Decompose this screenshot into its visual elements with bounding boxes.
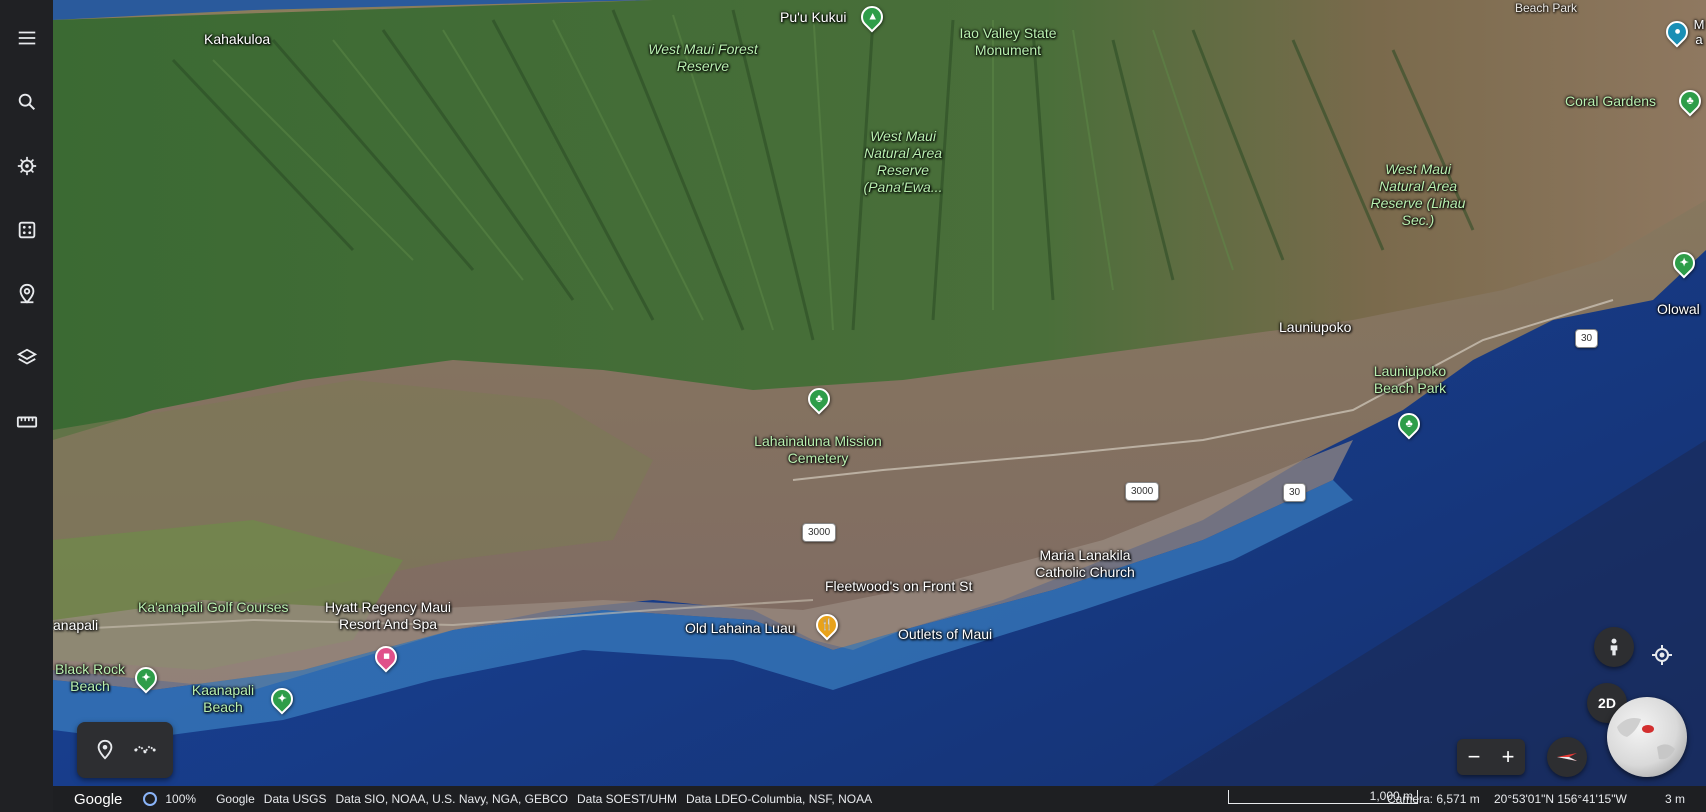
label-lahainaluna[interactable]: Lahainaluna Mission Cemetery (753, 433, 883, 467)
measure-button[interactable] (7, 402, 47, 442)
road-shield: 3000 (802, 523, 837, 542)
label-iao-valley[interactable]: Iao Valley State Monument (943, 25, 1073, 59)
label-kaanapali-beach[interactable]: Kaanapali Beach (183, 682, 263, 716)
google-logo: Google (74, 790, 123, 808)
voyager-button[interactable] (7, 146, 47, 186)
label-coral-gardens[interactable]: Coral Gardens (1565, 93, 1656, 110)
label-black-rock-beach[interactable]: Black Rock Beach (53, 661, 130, 695)
my-location-button[interactable] (1644, 637, 1680, 673)
measure-icon (16, 416, 37, 428)
zoom-in-button[interactable]: + (1494, 746, 1522, 768)
feeling-lucky-button[interactable] (7, 210, 47, 250)
label-anapali[interactable]: anapali (53, 617, 98, 634)
label-wm-natural-area-pana[interactable]: West Maui Natural Area Reserve (Pana'Ewa… (853, 128, 953, 196)
projects-icon (19, 283, 34, 304)
label-west-maui-forest-reserve[interactable]: West Maui Forest Reserve (643, 41, 763, 75)
label-olowalu[interactable]: Olowal (1657, 301, 1700, 318)
road-shield: 3000 (1125, 482, 1160, 501)
loading-indicator-icon (143, 792, 158, 806)
label-puu-kukui[interactable]: Pu'u Kukui (780, 9, 847, 26)
label-kahakuloa[interactable]: Kahakuloa (204, 31, 270, 48)
my-location-icon (1652, 645, 1672, 665)
satellite-terrain (53, 0, 1706, 786)
attribution[interactable]: Data USGS (264, 792, 327, 806)
camera-altitude: Camera: 6,571 m (1387, 792, 1480, 806)
map-style-icon (16, 348, 37, 365)
zoom-controls: − + (1457, 739, 1525, 775)
label-top-beach-park[interactable]: Beach Park (1515, 0, 1577, 17)
placemark-icon (97, 739, 113, 760)
menu-button[interactable] (7, 18, 47, 58)
globe-icon (1617, 718, 1675, 760)
zoom-out-button[interactable]: − (1460, 746, 1488, 768)
status-bar: Google 100% Google Data USGS Data SIO, N… (53, 786, 1706, 812)
drawing-toolbar (77, 722, 173, 778)
label-old-lahaina-luau[interactable]: Old Lahaina Luau (685, 620, 796, 637)
map-style-button[interactable] (7, 338, 47, 378)
map-viewport[interactable]: Kahakuloa Pu'u Kukui ▲ West Maui Forest … (53, 0, 1706, 786)
label-top-right-clip[interactable]: M a (1692, 17, 1706, 47)
feeling-lucky-icon (18, 221, 35, 239)
road-shield: 30 (1575, 329, 1599, 348)
cursor-coordinates: 20°53'01"N 156°41'15"W (1494, 792, 1627, 806)
attribution[interactable]: Data SIO, NOAA, U.S. Navy, NGA, GEBCO (335, 792, 568, 806)
pegman-icon (1610, 638, 1618, 656)
compass-icon (1557, 753, 1577, 761)
compass-button[interactable] (1547, 737, 1587, 777)
attribution[interactable]: Data LDEO-Columbia, NSF, NOAA (686, 792, 872, 806)
projects-button[interactable] (7, 274, 47, 314)
label-hyatt-regency[interactable]: Hyatt Regency Maui Resort And Spa (313, 599, 463, 633)
label-outlets-of-maui[interactable]: Outlets of Maui (898, 626, 992, 643)
street-view-button[interactable] (1594, 627, 1634, 667)
menu-icon (18, 31, 35, 45)
search-icon (18, 93, 35, 111)
left-sidebar (0, 0, 53, 812)
label-maria-lanakila[interactable]: Maria Lanakila Catholic Church (1020, 547, 1150, 581)
road-shield: 30 (1283, 483, 1307, 502)
draw-path-button[interactable] (129, 734, 161, 766)
label-launiupoko-beach-park[interactable]: Launiupoko Beach Park (1365, 363, 1455, 397)
label-launiupoko[interactable]: Launiupoko (1279, 319, 1351, 336)
globe-minimap[interactable] (1607, 697, 1687, 777)
attribution[interactable]: Google (216, 792, 255, 806)
label-wm-natural-area-lihau[interactable]: West Maui Natural Area Reserve (Lihau Se… (1368, 161, 1468, 229)
add-placemark-button[interactable] (89, 734, 121, 766)
path-icon (134, 745, 156, 754)
elevation: 3 m (1665, 792, 1686, 806)
label-fleetwoods[interactable]: Fleetwood's on Front St (825, 578, 972, 595)
attribution[interactable]: Data SOEST/UHM (577, 792, 677, 806)
voyager-icon (17, 156, 36, 176)
search-button[interactable] (7, 82, 47, 122)
load-percent: 100% (165, 792, 197, 806)
label-kaanapali-golf[interactable]: Ka'anapali Golf Courses (138, 599, 289, 616)
